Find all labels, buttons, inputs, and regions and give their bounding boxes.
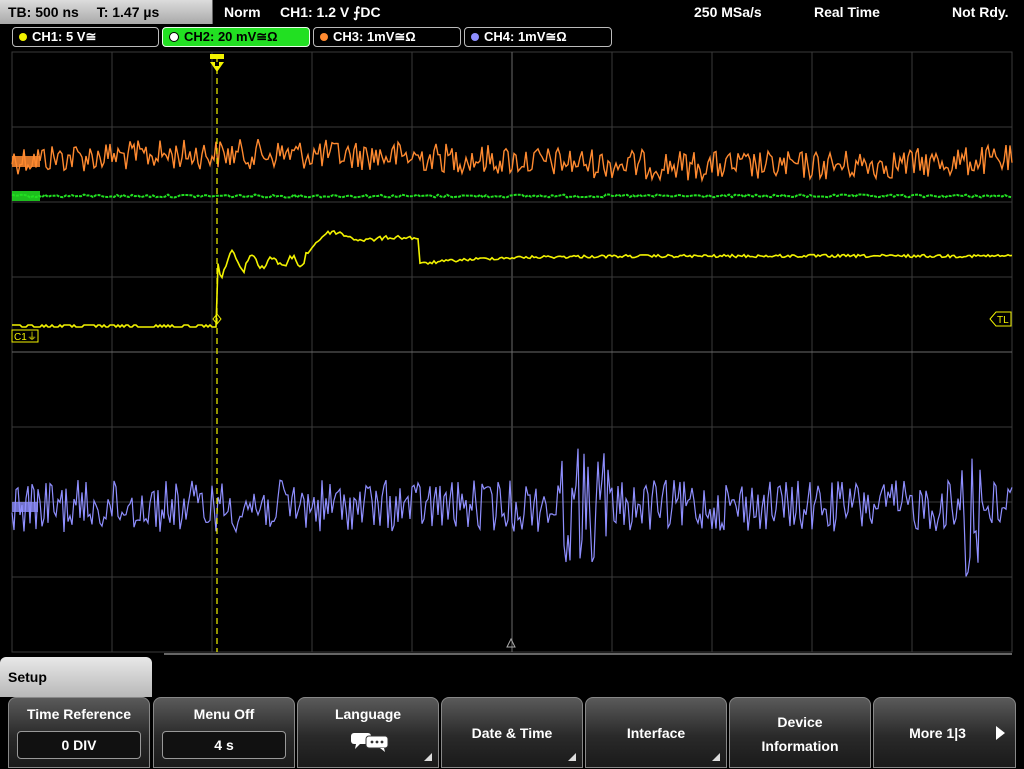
language-label: Language — [334, 706, 402, 722]
time-reference-button[interactable]: Time Reference 0 DIV — [8, 697, 150, 768]
channel-1-marker-text: C1 — [14, 332, 27, 343]
channel-4-tab[interactable]: CH4: 1mV≅Ω — [464, 27, 612, 47]
channel-1-dot-icon — [19, 32, 27, 41]
channel-4-dot-icon — [471, 32, 479, 41]
submenu-indicator-icon — [712, 753, 720, 761]
channel-2-offset-marker[interactable] — [12, 191, 40, 201]
channel-2-tab[interactable]: CH2: 20 mV≅Ω — [162, 27, 310, 47]
date-time-label: Date & Time — [471, 725, 553, 741]
trigger-time-readout: T: 1.47 µs — [96, 4, 160, 20]
ground-icon: ⏚ — [27, 331, 37, 343]
device-information-line1: Device — [777, 714, 823, 730]
submenu-indicator-icon — [424, 753, 432, 761]
trigger-mode[interactable]: Norm — [224, 0, 261, 24]
channel-1-offset-marker[interactable]: C1 ⏚ — [11, 329, 39, 343]
channel-4-label: CH4: 1mV≅Ω — [484, 29, 567, 44]
channel-4-offset-marker[interactable] — [12, 502, 38, 512]
graticule — [11, 51, 1013, 653]
next-page-arrow-icon — [996, 726, 1005, 740]
channel-1-label: CH1: 5 V≅ — [32, 29, 97, 44]
channel-3-offset-marker[interactable] — [12, 156, 40, 167]
menu-off-button[interactable]: Menu Off 4 s — [153, 697, 295, 768]
sample-rate: 250 MSa/s — [694, 4, 762, 20]
menu-off-label: Menu Off — [193, 706, 255, 722]
menu-title-setup: Setup — [0, 657, 152, 697]
trigger-level-text: TL — [997, 315, 1009, 326]
device-information-label: Device Information — [730, 710, 870, 758]
channel-2-dot-icon — [169, 31, 179, 42]
acquisition-status: Not Rdy. — [952, 4, 1009, 20]
lower-graticule — [164, 653, 1012, 655]
channel-bar: CH1: 5 V≅ CH2: 20 mV≅Ω CH3: 1mV≅Ω CH4: 1… — [0, 26, 1024, 48]
device-information-line2: Information — [761, 738, 839, 754]
trigger-setting[interactable]: CH1: 1.2 V ⨍DC — [280, 0, 381, 24]
language-button[interactable]: Language — [297, 697, 439, 768]
time-reference-label: Time Reference — [26, 706, 131, 722]
channel-3-label: CH3: 1mV≅Ω — [333, 29, 416, 44]
interface-button[interactable]: Interface — [585, 697, 727, 768]
timebase-box[interactable]: TB: 500 ns T: 1.47 µs — [0, 0, 213, 24]
menu-off-value: 4 s — [162, 731, 286, 759]
speech-bubbles-icon — [351, 733, 389, 752]
acquisition-mode: Real Time — [814, 4, 880, 20]
timebase-readout: TB: 500 ns — [8, 4, 79, 20]
softkey-bar: Time Reference 0 DIV Menu Off 4 s Langua… — [0, 697, 1024, 768]
submenu-indicator-icon — [568, 753, 576, 761]
more-button[interactable]: More 1|3 — [873, 697, 1016, 768]
trigger-level-marker[interactable]: TL — [989, 311, 1012, 327]
channel-1-tab[interactable]: CH1: 5 V≅ — [12, 27, 159, 47]
date-time-button[interactable]: Date & Time — [441, 697, 583, 768]
time-reference-value: 0 DIV — [17, 731, 141, 759]
center-marker-icon — [506, 637, 516, 648]
channel-3-tab[interactable]: CH3: 1mV≅Ω — [313, 27, 461, 47]
device-information-button[interactable]: Device Information — [729, 697, 871, 768]
interface-label: Interface — [626, 725, 686, 741]
channel-2-label: CH2: 20 mV≅Ω — [184, 29, 278, 44]
channel-3-dot-icon — [320, 32, 328, 41]
more-label: More 1|3 — [909, 725, 966, 741]
waveform-display[interactable]: C1 ⏚ TL — [0, 50, 1024, 656]
status-bar: TB: 500 ns T: 1.47 µs Norm CH1: 1.2 V ⨍D… — [0, 0, 1024, 24]
